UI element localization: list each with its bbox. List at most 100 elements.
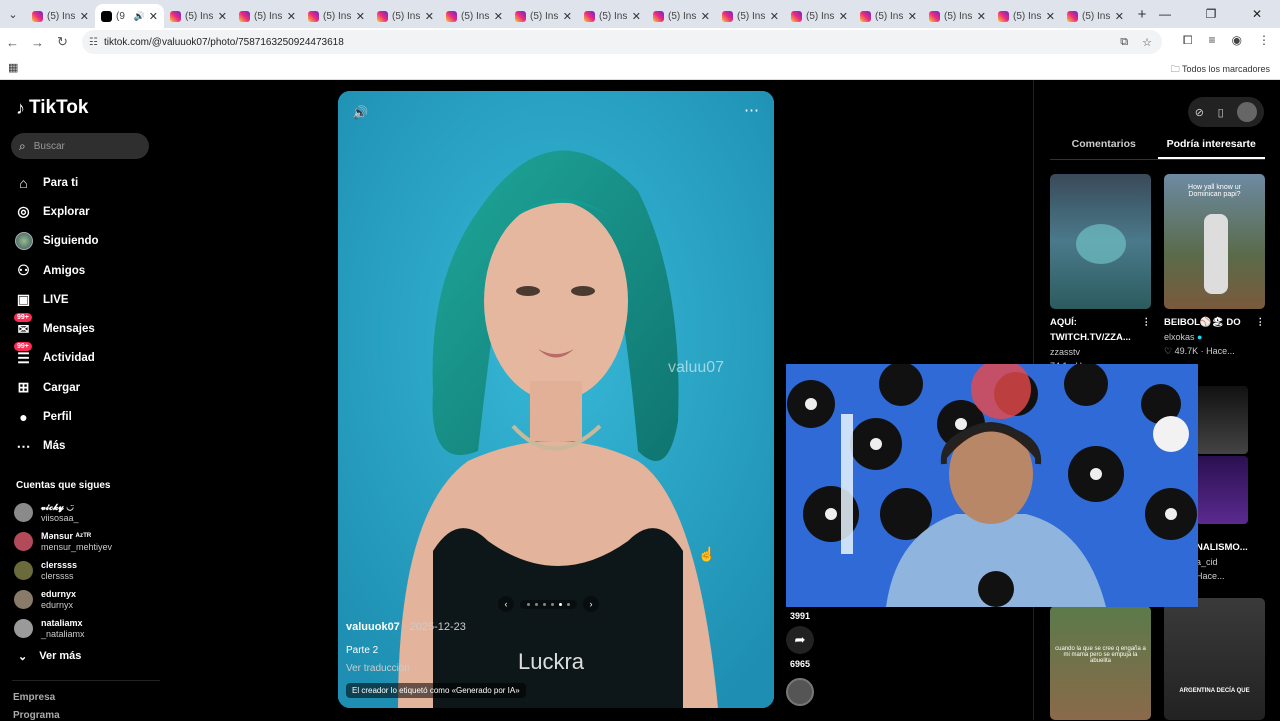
nav-item-amigos[interactable]: ⚇ Amigos (14, 256, 164, 285)
share-icon[interactable]: ➦ (786, 626, 814, 654)
profile-browser-icon[interactable]: ◉ (1232, 33, 1242, 48)
nav-item-perfil[interactable]: ● Perfil (14, 402, 164, 431)
carousel-dot[interactable] (535, 602, 538, 606)
nav-item-explorar[interactable]: ◎ Explorar (14, 197, 164, 226)
close-tab-icon[interactable]: ✕ (632, 10, 641, 23)
suggested-thumbnail[interactable]: cuando la que se cree q engaña a mi mama… (1050, 606, 1151, 720)
following-account[interactable]: Mənsur ᴬᶻᵀᴿ mensur_mehtiyev (14, 527, 164, 556)
browser-tab[interactable]: (5) Ins ✕ (923, 4, 992, 28)
close-tab-icon[interactable]: ✕ (149, 10, 158, 23)
following-account[interactable]: edurnyx edurnyx (14, 585, 164, 614)
carousel-dot[interactable] (567, 602, 570, 606)
carousel-dot[interactable] (527, 602, 530, 606)
reload-icon[interactable]: ↻ (50, 34, 75, 50)
close-tab-icon[interactable]: ✕ (1046, 10, 1055, 23)
footer-program-link[interactable]: Programa (13, 710, 60, 721)
tab-comments[interactable]: Comentarios (1050, 136, 1158, 159)
suggested-thumbnail[interactable] (1196, 386, 1248, 454)
author-name[interactable]: valuuok07 (346, 621, 400, 633)
browser-tab[interactable]: (5) Ins ✕ (371, 4, 440, 28)
browser-tab[interactable]: (5) Ins ✕ (26, 4, 95, 28)
suggested-card[interactable]: How yall know ur Dominican papi? BEIBOL⚾… (1164, 174, 1265, 358)
close-tab-icon[interactable]: ✕ (287, 10, 296, 23)
media-icon[interactable]: ≡ (1209, 33, 1216, 48)
suggested-thumbnail[interactable] (1196, 456, 1248, 524)
close-tab-icon[interactable]: ✕ (425, 10, 434, 23)
user-avatar[interactable] (1237, 102, 1258, 122)
tab-suggested[interactable]: Podría interesarte (1157, 136, 1265, 159)
back-icon[interactable]: ← (0, 35, 25, 50)
browser-tab[interactable]: (5) Ins ✕ (509, 4, 578, 28)
card-user[interactable]: zzasstv (1050, 345, 1151, 359)
ai-generated-badge[interactable]: El creador lo etiquetó como «Generado po… (346, 683, 526, 698)
browser-tab[interactable]: (5) Ins ✕ (164, 4, 233, 28)
browser-tab[interactable]: (5) Ins ✕ (716, 4, 785, 28)
photo-post[interactable]: 🔊 ⋯ valuu07 ‹ › valuuok07 · 2025-12-23 P… (338, 91, 774, 708)
card-menu-icon[interactable]: ⋮ (1256, 315, 1266, 330)
browser-tab[interactable]: (5) Ins ✕ (578, 4, 647, 28)
following-account[interactable]: clerssss clerssss (14, 556, 164, 585)
nav-item-live[interactable]: ▣ LIVE (14, 285, 164, 314)
close-tab-icon[interactable]: ✕ (770, 10, 779, 23)
nav-item-actividad[interactable]: ☰ 99+ Actividad (14, 341, 164, 373)
post-author[interactable]: valuuok07 · 2025-12-23 (346, 621, 466, 633)
browser-tab[interactable]: (5) Ins ✕ (440, 4, 509, 28)
compass-small-icon[interactable]: ⊘ (1195, 106, 1204, 119)
nav-item-más[interactable]: ⋯ Más (14, 432, 164, 461)
carousel-dot[interactable] (551, 602, 554, 606)
phone-icon[interactable]: ▯ (1218, 106, 1224, 119)
close-tab-icon[interactable]: ✕ (839, 10, 848, 23)
following-account[interactable]: 𝓿𝓲𝓬𝓴𝔂 ◡̈ viisosaa_ (14, 498, 164, 527)
browser-tab[interactable]: (5) Ins ✕ (233, 4, 302, 28)
prev-slide-button[interactable]: ‹ (498, 596, 514, 612)
all-bookmarks[interactable]: 🗀 Todos los marcadores (1171, 62, 1270, 78)
more-options-icon[interactable]: ⋯ (744, 101, 760, 119)
browser-tab[interactable]: (5) Ins ✕ (647, 4, 716, 28)
browser-tab[interactable]: (5) Ins ✕ (854, 4, 923, 28)
close-window-icon[interactable]: ✕ (1234, 7, 1280, 21)
browser-tab[interactable]: (5) Ins ✕ (302, 4, 371, 28)
nav-item-mensajes[interactable]: ✉ 99+ Mensajes (14, 312, 164, 343)
nav-item-para-ti[interactable]: ⌂ Para ti (14, 168, 164, 197)
card-user-row[interactable]: elxokas ● (1164, 330, 1265, 344)
minimize-icon[interactable]: — (1142, 7, 1188, 21)
suggested-card[interactable]: NALISMO... a_cid Hace... (1196, 540, 1276, 583)
see-more-button[interactable]: ⌄ Ver más (18, 650, 81, 663)
close-tab-icon[interactable]: ✕ (80, 10, 89, 23)
carousel-dot[interactable] (543, 602, 546, 606)
suggested-card[interactable]: AQUÍ: TWITCH.TV/ZZA...⋮ zzasstv 74.1 · H… (1050, 174, 1151, 373)
nav-item-siguiendo[interactable]: Siguiendo (14, 227, 164, 256)
search-input[interactable]: ⌕ Buscar (11, 133, 149, 159)
close-tab-icon[interactable]: ✕ (977, 10, 986, 23)
translate-link[interactable]: Ver traducción (346, 663, 410, 674)
browser-tab[interactable]: (5) Ins ✕ (1061, 4, 1130, 28)
card-menu-icon[interactable]: ⋮ (1142, 315, 1152, 345)
close-tab-icon[interactable]: ✕ (218, 10, 227, 23)
site-info-icon[interactable]: ☷ (89, 37, 98, 48)
bookmark-star-icon[interactable]: ☆ (1142, 36, 1152, 49)
forward-icon[interactable]: → (25, 35, 50, 50)
footer-company-link[interactable]: Empresa (13, 692, 55, 703)
nav-item-cargar[interactable]: ⊞ Cargar (14, 373, 164, 402)
tab-search-dropdown[interactable]: ⌄ (0, 0, 26, 28)
close-tab-icon[interactable]: ✕ (563, 10, 572, 23)
volume-icon[interactable]: 🔊 (352, 105, 368, 121)
close-tab-icon[interactable]: ✕ (1115, 10, 1124, 23)
close-tab-icon[interactable]: ✕ (356, 10, 365, 23)
card-user[interactable]: a_cid (1196, 555, 1276, 569)
carousel-dot[interactable] (559, 602, 562, 606)
url-field[interactable]: ☷ tiktok.com/@valuuok07/photo/7587163250… (82, 30, 1162, 54)
browser-tab[interactable]: (5) Ins ✕ (785, 4, 854, 28)
suggested-thumbnail[interactable]: ARGENTINA DECÍA QUE (1164, 598, 1265, 720)
install-icon[interactable]: ⧉ (1120, 36, 1128, 49)
music-disc-icon[interactable] (786, 678, 814, 706)
restore-icon[interactable]: ❐ (1188, 7, 1234, 21)
apps-grid-icon[interactable]: ▦ (8, 61, 18, 74)
extensions-icon[interactable]: ⧠ (1183, 33, 1193, 48)
close-tab-icon[interactable]: ✕ (908, 10, 917, 23)
browser-tab[interactable]: (5) Ins ✕ (992, 4, 1061, 28)
menu-icon[interactable]: ⋮ (1258, 33, 1270, 48)
close-tab-icon[interactable]: ✕ (701, 10, 710, 23)
next-slide-button[interactable]: › (583, 596, 599, 612)
tiktok-logo[interactable]: ♪ TikTok (16, 97, 88, 119)
